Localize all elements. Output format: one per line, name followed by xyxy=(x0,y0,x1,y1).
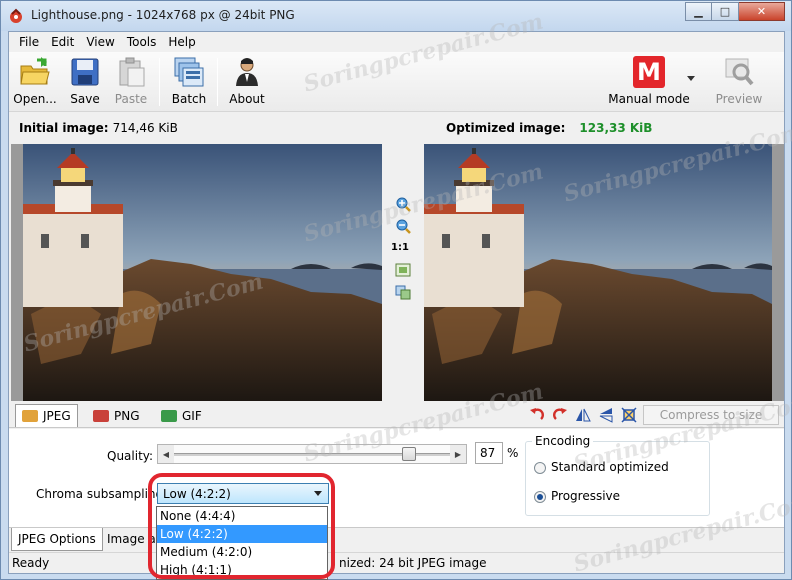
fit-window-icon[interactable] xyxy=(395,262,411,278)
initial-image-pane[interactable] xyxy=(11,144,382,401)
rotate-left-icon[interactable] xyxy=(529,407,545,423)
batch-label: Batch xyxy=(171,92,207,106)
quality-slider[interactable]: ◀ ▶ xyxy=(157,444,467,464)
size-info-bar: Initial image: 714,46 KiB Optimized image… xyxy=(9,114,784,142)
manual-mode-label: Manual mode xyxy=(608,92,690,106)
lighthouse-image xyxy=(23,144,382,401)
close-button[interactable]: ✕ xyxy=(739,2,785,21)
tab-gif[interactable]: GIF xyxy=(155,404,208,427)
flip-vertical-icon[interactable] xyxy=(598,407,614,423)
chevron-down-icon[interactable] xyxy=(687,76,695,81)
jpeg-format-icon xyxy=(22,410,38,422)
format-tab-bar: JPEG PNG GIF Compress to size xyxy=(9,402,784,428)
quality-label: Quality: xyxy=(107,449,154,463)
menu-bar: File Edit View Tools Help xyxy=(9,32,784,52)
zoom-actual-size[interactable]: 1:1 xyxy=(391,242,409,253)
transform-tools xyxy=(529,407,637,423)
preview-button[interactable]: Preview xyxy=(713,54,765,110)
status-bar: Ready nized: 24 bit JPEG image xyxy=(9,552,784,573)
standard-optimized-label[interactable]: Standard optimized xyxy=(551,460,669,474)
tab-gif-label: GIF xyxy=(182,408,202,423)
quality-unit: % xyxy=(507,446,519,460)
gif-format-icon xyxy=(161,409,177,422)
red-highlight-annotation xyxy=(148,473,335,579)
crop-icon[interactable] xyxy=(621,407,637,423)
save-button[interactable]: Save xyxy=(67,54,103,110)
encoding-legend: Encoding xyxy=(532,434,594,448)
menu-file[interactable]: File xyxy=(13,35,45,49)
open-folder-icon xyxy=(20,57,50,85)
progressive-label[interactable]: Progressive xyxy=(551,489,620,503)
slider-right-icon[interactable]: ▶ xyxy=(450,445,466,463)
optimized-image-pane[interactable] xyxy=(424,144,784,401)
tab-jpeg[interactable]: JPEG xyxy=(15,404,78,427)
magnifier-icon xyxy=(725,58,754,86)
app-window: Lighthouse.png - 1024x768 px @ 24bit PNG… xyxy=(0,0,792,580)
preview-label: Preview xyxy=(715,92,763,106)
toolbar-separator xyxy=(217,58,218,106)
optimized-size-label: Optimized image: xyxy=(446,121,566,135)
tab-png[interactable]: PNG xyxy=(87,404,146,427)
window-title: Lighthouse.png - 1024x768 px @ 24bit PNG xyxy=(31,8,295,22)
radio-standard-optimized[interactable] xyxy=(534,462,546,474)
tab-jpeg-options[interactable]: JPEG Options xyxy=(11,528,103,551)
options-tab-bar: JPEG Options Image ad xyxy=(9,527,784,552)
client-area: File Edit View Tools Help Open... Save P… xyxy=(8,31,785,574)
initial-size: Initial image: 714,46 KiB xyxy=(19,121,178,135)
quality-input[interactable]: 87 xyxy=(475,442,503,464)
paste-button[interactable]: Paste xyxy=(113,54,149,110)
app-icon xyxy=(10,8,22,23)
slider-thumb[interactable] xyxy=(401,447,416,461)
minimize-button[interactable]: ▁ xyxy=(685,2,712,21)
maximize-button[interactable]: □ xyxy=(712,2,739,21)
rotate-right-icon[interactable] xyxy=(552,407,568,423)
status-message: nized: 24 bit JPEG image xyxy=(339,556,487,570)
about-label: About xyxy=(229,92,265,106)
slider-left-icon[interactable]: ◀ xyxy=(158,445,174,463)
save-label: Save xyxy=(70,92,100,106)
menu-tools[interactable]: Tools xyxy=(121,35,163,49)
lighthouse-image-optimized xyxy=(424,144,784,401)
floppy-disk-icon xyxy=(71,58,99,86)
tab-png-label: PNG xyxy=(114,408,140,423)
jpeg-options-panel: Quality: ◀ ▶ 87 % Chroma subsampling: Lo… xyxy=(9,429,784,527)
zoom-tools: 1:1 xyxy=(385,144,421,401)
png-format-icon xyxy=(93,409,109,422)
menu-help[interactable]: Help xyxy=(162,35,201,49)
batch-button[interactable]: Batch xyxy=(169,54,209,110)
toolbar: Open... Save Paste Batch About M Manual … xyxy=(9,52,784,112)
menu-view[interactable]: View xyxy=(80,35,120,49)
title-bar[interactable]: Lighthouse.png - 1024x768 px @ 24bit PNG… xyxy=(1,1,791,31)
toolbar-separator xyxy=(159,58,160,106)
initial-size-label: Initial image: xyxy=(19,121,109,135)
status-ready: Ready xyxy=(12,556,50,570)
open-label: Open... xyxy=(13,92,57,106)
open-button[interactable]: Open... xyxy=(13,54,57,110)
compress-to-size-button[interactable]: Compress to size xyxy=(643,405,779,425)
zoom-in-icon[interactable] xyxy=(395,196,411,212)
menu-edit[interactable]: Edit xyxy=(45,35,80,49)
compare-view-icon[interactable] xyxy=(395,284,411,300)
user-icon xyxy=(236,58,258,86)
optimized-size: Optimized image: 123,33 KiB xyxy=(446,121,652,135)
zoom-out-icon[interactable] xyxy=(395,218,411,234)
initial-size-value: 714,46 KiB xyxy=(112,121,178,135)
flip-horizontal-icon[interactable] xyxy=(575,407,591,423)
clipboard-icon xyxy=(119,57,145,87)
manual-mode-badge: M xyxy=(633,56,665,88)
optimized-size-value: 123,33 KiB xyxy=(579,121,653,135)
encoding-group: Encoding Standard optimized Progressive xyxy=(525,434,710,516)
about-button[interactable]: About xyxy=(227,54,267,110)
manual-mode-button[interactable]: M Manual mode xyxy=(603,54,695,110)
radio-progressive[interactable] xyxy=(534,491,546,503)
window-controls: ▁ □ ✕ xyxy=(685,2,785,21)
batch-images-icon xyxy=(174,57,204,87)
paste-label: Paste xyxy=(114,92,148,106)
tab-jpeg-label: JPEG xyxy=(43,409,71,423)
